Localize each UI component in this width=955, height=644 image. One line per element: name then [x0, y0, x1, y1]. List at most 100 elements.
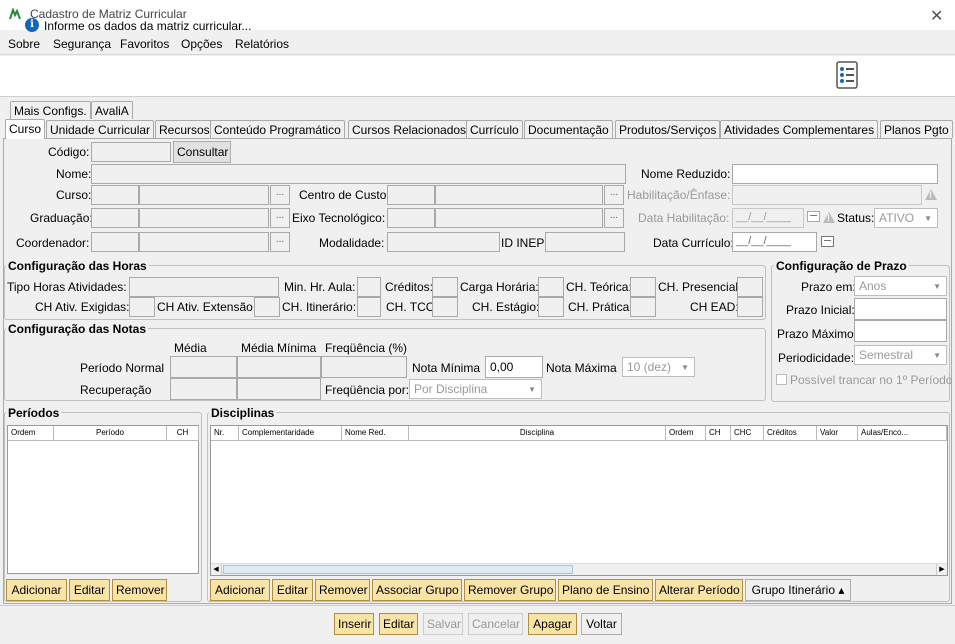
coordenador-lookup-button[interactable]: ...: [270, 232, 290, 252]
tab-mais-configs[interactable]: Mais Configs.: [10, 101, 91, 119]
ch-ativ-exigidas-field[interactable]: [129, 297, 155, 317]
editar-button[interactable]: Editar: [379, 613, 418, 635]
ch-pratica-field[interactable]: [630, 297, 656, 317]
disciplinas-adicionar-button[interactable]: Adicionar: [210, 579, 270, 601]
column-header[interactable]: Aulas/Enco...: [858, 426, 947, 441]
ch-ativ-extensao-field[interactable]: [254, 297, 280, 317]
id-inep-field[interactable]: [545, 232, 625, 252]
column-header[interactable]: Período: [54, 426, 167, 441]
min-hr-aula-field[interactable]: [357, 277, 381, 297]
menu-sobre[interactable]: Sobre: [8, 37, 40, 51]
column-header[interactable]: Nome Red.: [342, 426, 409, 441]
centro-custo-lookup-button[interactable]: ...: [604, 185, 624, 205]
frequencia-normal-field[interactable]: [321, 356, 407, 378]
tab-documentacao[interactable]: Documentação: [524, 120, 613, 138]
column-header[interactable]: CH: [706, 426, 731, 441]
tab-atividades-complementares[interactable]: Atividades Complementares: [720, 120, 879, 138]
menu-seguranca[interactable]: Segurança: [53, 37, 111, 51]
menu-favoritos[interactable]: Favoritos: [120, 37, 169, 51]
status-select[interactable]: ATIVO ▼: [874, 208, 938, 228]
data-habilitacao-field[interactable]: __/__/____: [732, 208, 804, 228]
voltar-button[interactable]: Voltar: [581, 613, 622, 635]
codigo-field[interactable]: [91, 142, 171, 162]
inserir-button[interactable]: Inserir: [334, 613, 374, 635]
disciplinas-editar-button[interactable]: Editar: [272, 579, 313, 601]
periodos-editar-button[interactable]: Editar: [69, 579, 110, 601]
media-recuperacao-field[interactable]: [170, 378, 237, 400]
coordenador-code-field[interactable]: [91, 232, 139, 252]
tab-planos-pgto[interactable]: Planos Pgto: [880, 120, 953, 138]
habilitacao-field[interactable]: [732, 185, 922, 205]
nota-minima-field[interactable]: 0,00: [485, 356, 543, 378]
periodos-adicionar-button[interactable]: Adicionar: [6, 579, 67, 601]
periodos-table[interactable]: Ordem Período CH: [7, 425, 199, 574]
plano-de-ensino-button[interactable]: Plano de Ensino: [558, 579, 653, 601]
menu-opcoes[interactable]: Opções: [181, 37, 222, 51]
salvar-button[interactable]: Salvar: [423, 613, 463, 635]
column-header[interactable]: Nr.: [211, 426, 239, 441]
calendar-icon[interactable]: [821, 236, 834, 247]
scroll-right-icon[interactable]: ▶: [936, 564, 947, 575]
column-header[interactable]: Ordem: [666, 426, 706, 441]
eixo-lookup-button[interactable]: ...: [604, 208, 624, 228]
column-header[interactable]: Valor: [817, 426, 858, 441]
carga-horaria-field[interactable]: [538, 277, 564, 297]
tab-unidade-curricular[interactable]: Unidade Curricular: [46, 120, 155, 138]
graduacao-code-field[interactable]: [91, 208, 139, 228]
close-icon[interactable]: ✕: [930, 6, 943, 26]
prazo-inicial-field[interactable]: [854, 298, 947, 320]
graduacao-name-field[interactable]: [139, 208, 269, 228]
consultar-button[interactable]: Consultar: [173, 141, 231, 163]
centro-custo-name-field[interactable]: [435, 185, 603, 205]
nome-reduzido-field[interactable]: [732, 164, 938, 184]
nota-maxima-select[interactable]: 10 (dez) ▼: [622, 357, 695, 377]
horizontal-scrollbar[interactable]: ◀ ▶: [211, 563, 947, 575]
periodicidade-select[interactable]: Semestral ▼: [854, 345, 947, 365]
remover-grupo-button[interactable]: Remover Grupo: [464, 579, 556, 601]
disciplinas-table[interactable]: Nr. Complementaridade Nome Red. Discipli…: [210, 425, 948, 576]
creditos-field[interactable]: [432, 277, 458, 297]
media-minima-normal-field[interactable]: [237, 356, 321, 378]
curso-name-field[interactable]: [139, 185, 269, 205]
grupo-itinerario-button[interactable]: Grupo Itinerário ▴: [745, 579, 851, 601]
tab-cursos-relacionados[interactable]: Cursos Relacionados: [348, 120, 471, 138]
modalidade-field[interactable]: [387, 232, 500, 252]
ch-ead-field[interactable]: [737, 297, 763, 317]
tab-curriculo[interactable]: Currículo: [466, 120, 523, 138]
scroll-left-icon[interactable]: ◀: [211, 564, 222, 575]
apagar-button[interactable]: Apagar: [528, 613, 577, 635]
prazo-maximo-field[interactable]: [854, 320, 947, 342]
column-header[interactable]: Créditos: [764, 426, 817, 441]
data-curriculo-field[interactable]: __/__/____: [732, 232, 817, 252]
ch-itinerario-field[interactable]: [357, 297, 381, 317]
ch-presencial-field[interactable]: [737, 277, 763, 297]
tipo-horas-field[interactable]: [129, 277, 279, 297]
curso-code-field[interactable]: [91, 185, 139, 205]
graduacao-lookup-button[interactable]: ...: [270, 208, 290, 228]
media-minima-recuperacao-field[interactable]: [237, 378, 321, 400]
trancar-checkbox[interactable]: [776, 374, 787, 385]
nome-field[interactable]: [91, 164, 626, 184]
coordenador-name-field[interactable]: [139, 232, 269, 252]
tab-avalia[interactable]: AvaliA: [91, 101, 133, 119]
column-header[interactable]: Ordem: [8, 426, 54, 441]
media-normal-field[interactable]: [170, 356, 237, 378]
tab-curso[interactable]: Curso: [5, 119, 46, 139]
periodos-remover-button[interactable]: Remover: [112, 579, 167, 601]
column-header[interactable]: Disciplina: [409, 426, 666, 441]
column-header[interactable]: Complementaridade: [239, 426, 342, 441]
disciplinas-remover-button[interactable]: Remover: [315, 579, 370, 601]
prazo-em-select[interactable]: Anos ▼: [854, 276, 947, 296]
ch-tcc-field[interactable]: [432, 297, 458, 317]
ch-teorica-field[interactable]: [630, 277, 656, 297]
curso-lookup-button[interactable]: ...: [270, 185, 290, 205]
column-header[interactable]: CH: [167, 426, 199, 441]
alterar-periodo-button[interactable]: Alterar Período: [655, 579, 743, 601]
ch-estagio-field[interactable]: [538, 297, 564, 317]
tab-conteudo-programatico[interactable]: Conteúdo Programático: [210, 120, 345, 138]
associar-grupo-button[interactable]: Associar Grupo: [372, 579, 462, 601]
cancelar-button[interactable]: Cancelar: [468, 613, 523, 635]
menu-relatorios[interactable]: Relatórios: [235, 37, 289, 51]
column-header[interactable]: CHC: [731, 426, 764, 441]
calendar-icon[interactable]: [807, 211, 820, 222]
